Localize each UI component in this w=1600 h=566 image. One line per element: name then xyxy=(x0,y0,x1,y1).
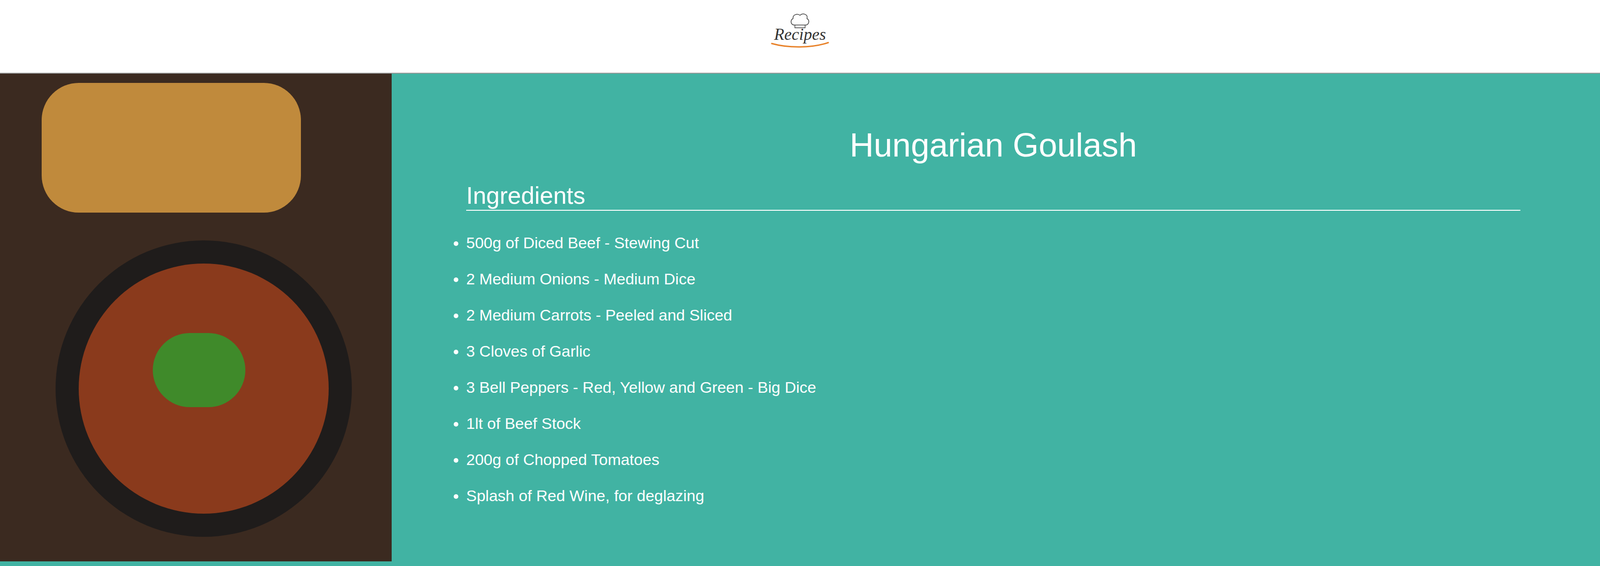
ingredient-item: 1lt of Beef Stock xyxy=(466,405,1521,442)
header: Recipes xyxy=(0,0,1600,74)
logo[interactable]: Recipes xyxy=(765,10,835,63)
ingredient-item: 2 Medium Carrots - Peeled and Sliced xyxy=(466,296,1521,333)
ingredient-item: 200g of Chopped Tomatoes xyxy=(466,441,1521,478)
ingredient-item: 3 Bell Peppers - Red, Yellow and Green -… xyxy=(466,368,1521,406)
section-heading: Ingredients xyxy=(466,181,1521,211)
ingredient-item: 3 Cloves of Garlic xyxy=(466,332,1521,369)
ingredients-section: Ingredients 500g of Diced Beef - Stewing … xyxy=(466,181,1521,514)
recipe-section: Hungarian Goulash Ingredients 500g of Dice… xyxy=(0,73,1600,566)
ingredient-item: 500g of Diced Beef - Stewing Cut xyxy=(466,224,1521,261)
recipe-photo xyxy=(0,73,392,562)
swoosh-icon xyxy=(769,40,831,50)
recipe-panel: Hungarian Goulash Ingredients 500g of Dice… xyxy=(391,73,1600,566)
logo-text: Recipes xyxy=(774,25,826,44)
ingredient-item: 2 Medium Onions - Medium Dice xyxy=(466,260,1521,297)
page: Recipes Hungarian Goulash Ingredients 500g … xyxy=(0,0,1600,566)
ingredient-item: Splash of Red Wine, for deglazing xyxy=(466,477,1521,514)
ingredient-list: 500g of Diced Beef - Stewing Cut2 Medium… xyxy=(466,224,1521,514)
recipe-title: Hungarian Goulash xyxy=(466,126,1521,164)
